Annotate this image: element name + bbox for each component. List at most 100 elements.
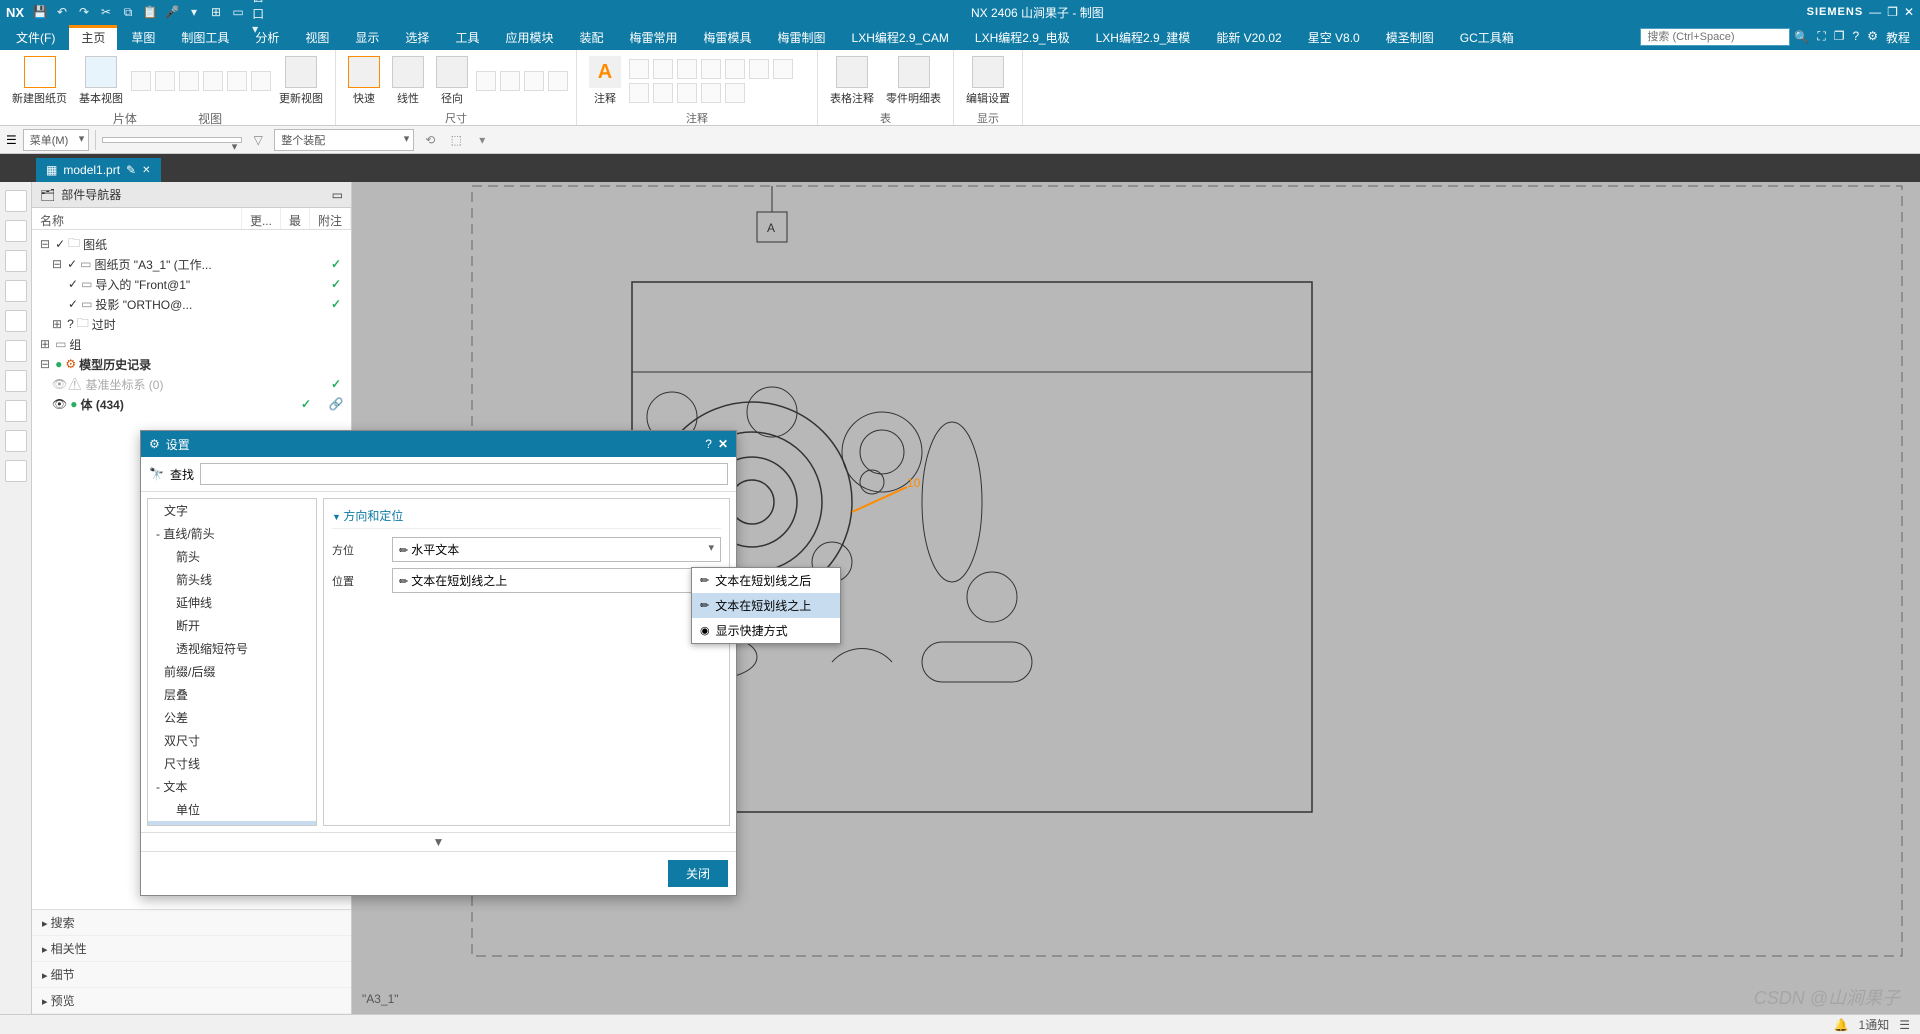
rail-icon-2[interactable] bbox=[5, 220, 27, 242]
rail-icon-10[interactable] bbox=[5, 460, 27, 482]
menu-assembly[interactable]: 装配 bbox=[567, 25, 615, 50]
toggle-icon[interactable]: ⊞ bbox=[208, 4, 224, 20]
rail-icon-6[interactable] bbox=[5, 340, 27, 362]
dim-icon4[interactable] bbox=[548, 71, 568, 91]
menu-icon[interactable]: ☰ bbox=[6, 133, 17, 147]
col-updated[interactable]: 更... bbox=[242, 208, 281, 229]
rail-icon-5[interactable] bbox=[5, 310, 27, 332]
close-icon[interactable]: ✕ bbox=[1904, 5, 1914, 19]
tree-arrow[interactable]: 箭头 bbox=[148, 545, 316, 568]
rail-icon-8[interactable] bbox=[5, 400, 27, 422]
dialog-help-icon[interactable]: ? bbox=[705, 437, 712, 451]
paste-icon[interactable]: 📋 bbox=[142, 4, 158, 20]
menu-file[interactable]: 文件(F) bbox=[4, 25, 67, 50]
update-view-button[interactable]: 更新视图 bbox=[275, 54, 327, 108]
notification-text[interactable]: 1通知 bbox=[1859, 1016, 1890, 1033]
acc-search[interactable]: ▸ 搜索 bbox=[32, 910, 351, 936]
ann-icon12[interactable] bbox=[725, 83, 745, 103]
view-icon4[interactable] bbox=[203, 71, 223, 91]
tree-units[interactable]: 单位 bbox=[148, 798, 316, 821]
maximize-icon[interactable]: ❐ bbox=[1887, 5, 1898, 19]
menu-display[interactable]: 显示 bbox=[343, 25, 391, 50]
menu-ml2[interactable]: 梅雷模具 bbox=[692, 25, 764, 50]
tree-foreshortening[interactable]: 透视缩短符号 bbox=[148, 637, 316, 660]
dim-icon1[interactable] bbox=[476, 71, 496, 91]
ann-icon5[interactable] bbox=[725, 59, 745, 79]
view-icon6[interactable] bbox=[251, 71, 271, 91]
menu-gc[interactable]: GC工具箱 bbox=[1448, 25, 1526, 50]
settings-tree[interactable]: 文字 - 直线/箭头 箭头 箭头线 延伸线 断开 透视缩短符号 前缀/后缀 层叠… bbox=[147, 498, 317, 826]
popup-opt-above[interactable]: ✏ 文本在短划线之上 bbox=[692, 593, 840, 618]
note-button[interactable]: A注释 bbox=[585, 54, 625, 108]
filter-dropdown[interactable] bbox=[102, 137, 242, 143]
acc-details[interactable]: ▸ 细节 bbox=[32, 962, 351, 988]
col-max[interactable]: 最 bbox=[281, 208, 310, 229]
col-attach[interactable]: 附注 bbox=[310, 208, 351, 229]
menu-ml1[interactable]: 梅雷常用 bbox=[617, 25, 689, 50]
base-view-button[interactable]: 基本视图 bbox=[75, 54, 127, 108]
menu-lxh-model[interactable]: LXH编程2.9_建模 bbox=[1084, 25, 1203, 50]
dialog-expand[interactable]: ▼ bbox=[141, 832, 736, 851]
menu-dropdown[interactable]: 菜单(M) bbox=[23, 129, 90, 151]
menu-xk[interactable]: 星空 V8.0 bbox=[1296, 25, 1372, 50]
mic-icon[interactable]: 🎤 bbox=[164, 4, 180, 20]
ann-icon10[interactable] bbox=[677, 83, 697, 103]
ann-icon4[interactable] bbox=[701, 59, 721, 79]
rail-icon-7[interactable] bbox=[5, 370, 27, 392]
tree-dual[interactable]: 双尺寸 bbox=[148, 729, 316, 752]
tab-close-icon[interactable]: ✕ bbox=[142, 165, 150, 176]
ann-icon1[interactable] bbox=[629, 59, 649, 79]
tutorial-link[interactable]: 教程 bbox=[1886, 29, 1910, 46]
window-menu[interactable]: 窗口▾ bbox=[252, 4, 268, 20]
section-title[interactable]: 方向和定位 bbox=[332, 507, 721, 529]
command-search[interactable] bbox=[1640, 28, 1790, 46]
assembly-dropdown[interactable]: 整个装配 bbox=[274, 129, 414, 151]
popup-opt-shortcuts[interactable]: ◉ 显示快捷方式 bbox=[692, 618, 840, 643]
save-icon[interactable]: 💾 bbox=[32, 4, 48, 20]
parts-list-button[interactable]: 零件明细表 bbox=[882, 54, 945, 108]
view-icon1[interactable] bbox=[131, 71, 151, 91]
menu-view[interactable]: 视图 bbox=[293, 25, 341, 50]
radial-dim-button[interactable]: 径向 bbox=[432, 54, 472, 108]
notification-icon[interactable]: 🔔 bbox=[1834, 1018, 1849, 1032]
menu-lxh-elec[interactable]: LXH编程2.9_电极 bbox=[963, 25, 1082, 50]
tree-extension[interactable]: 延伸线 bbox=[148, 591, 316, 614]
ann-icon9[interactable] bbox=[653, 83, 673, 103]
search-icon[interactable]: 🔍 bbox=[1794, 30, 1809, 44]
document-tab[interactable]: ▦ model1.prt ✎ ✕ bbox=[36, 158, 161, 182]
sel-icon1[interactable]: ⟲ bbox=[420, 130, 440, 150]
dim-icon2[interactable] bbox=[500, 71, 520, 91]
tree-line-arrow[interactable]: - 直线/箭头 bbox=[148, 522, 316, 545]
menu-drafting-tools[interactable]: 制图工具 bbox=[169, 25, 241, 50]
rail-icon-9[interactable] bbox=[5, 430, 27, 452]
menu-app[interactable]: 应用模块 bbox=[493, 25, 565, 50]
dialog-search-input[interactable] bbox=[200, 463, 728, 485]
tree-break[interactable]: 断开 bbox=[148, 614, 316, 637]
orientation-dropdown[interactable]: ✏ 水平文本 bbox=[392, 537, 721, 562]
tree-tolerance[interactable]: 公差 bbox=[148, 706, 316, 729]
close-button[interactable]: 关闭 bbox=[668, 860, 728, 887]
copy-icon[interactable]: ⧉ bbox=[120, 4, 136, 20]
dim-icon3[interactable] bbox=[524, 71, 544, 91]
position-dropdown[interactable]: ✏ 文本在短划线之上 bbox=[392, 568, 721, 593]
tree-text2[interactable]: - 文本 bbox=[148, 775, 316, 798]
filter-icon[interactable]: ▽ bbox=[248, 130, 268, 150]
menu-nx[interactable]: 能新 V20.02 bbox=[1204, 25, 1293, 50]
menu-lxh-cam[interactable]: LXH编程2.9_CAM bbox=[840, 25, 961, 50]
menu-ms[interactable]: 模圣制图 bbox=[1374, 25, 1446, 50]
tree-stack[interactable]: 层叠 bbox=[148, 683, 316, 706]
help-icon[interactable]: ? bbox=[1853, 29, 1860, 46]
menu-sketch[interactable]: 草图 bbox=[119, 25, 167, 50]
acc-dependency[interactable]: ▸ 相关性 bbox=[32, 936, 351, 962]
sel-icon2[interactable]: ⬚ bbox=[446, 130, 466, 150]
table-note-button[interactable]: 表格注释 bbox=[826, 54, 878, 108]
rail-icon-1[interactable] bbox=[5, 190, 27, 212]
window-icon[interactable]: ▭ bbox=[230, 4, 246, 20]
menu-select[interactable]: 选择 bbox=[393, 25, 441, 50]
sel-icon3[interactable]: ▾ bbox=[472, 130, 492, 150]
col-name[interactable]: 名称 bbox=[32, 208, 242, 229]
ann-icon7[interactable] bbox=[773, 59, 793, 79]
menu-home[interactable]: 主页 bbox=[69, 25, 117, 50]
rail-icon-4[interactable] bbox=[5, 280, 27, 302]
tree-dimline[interactable]: 尺寸线 bbox=[148, 752, 316, 775]
